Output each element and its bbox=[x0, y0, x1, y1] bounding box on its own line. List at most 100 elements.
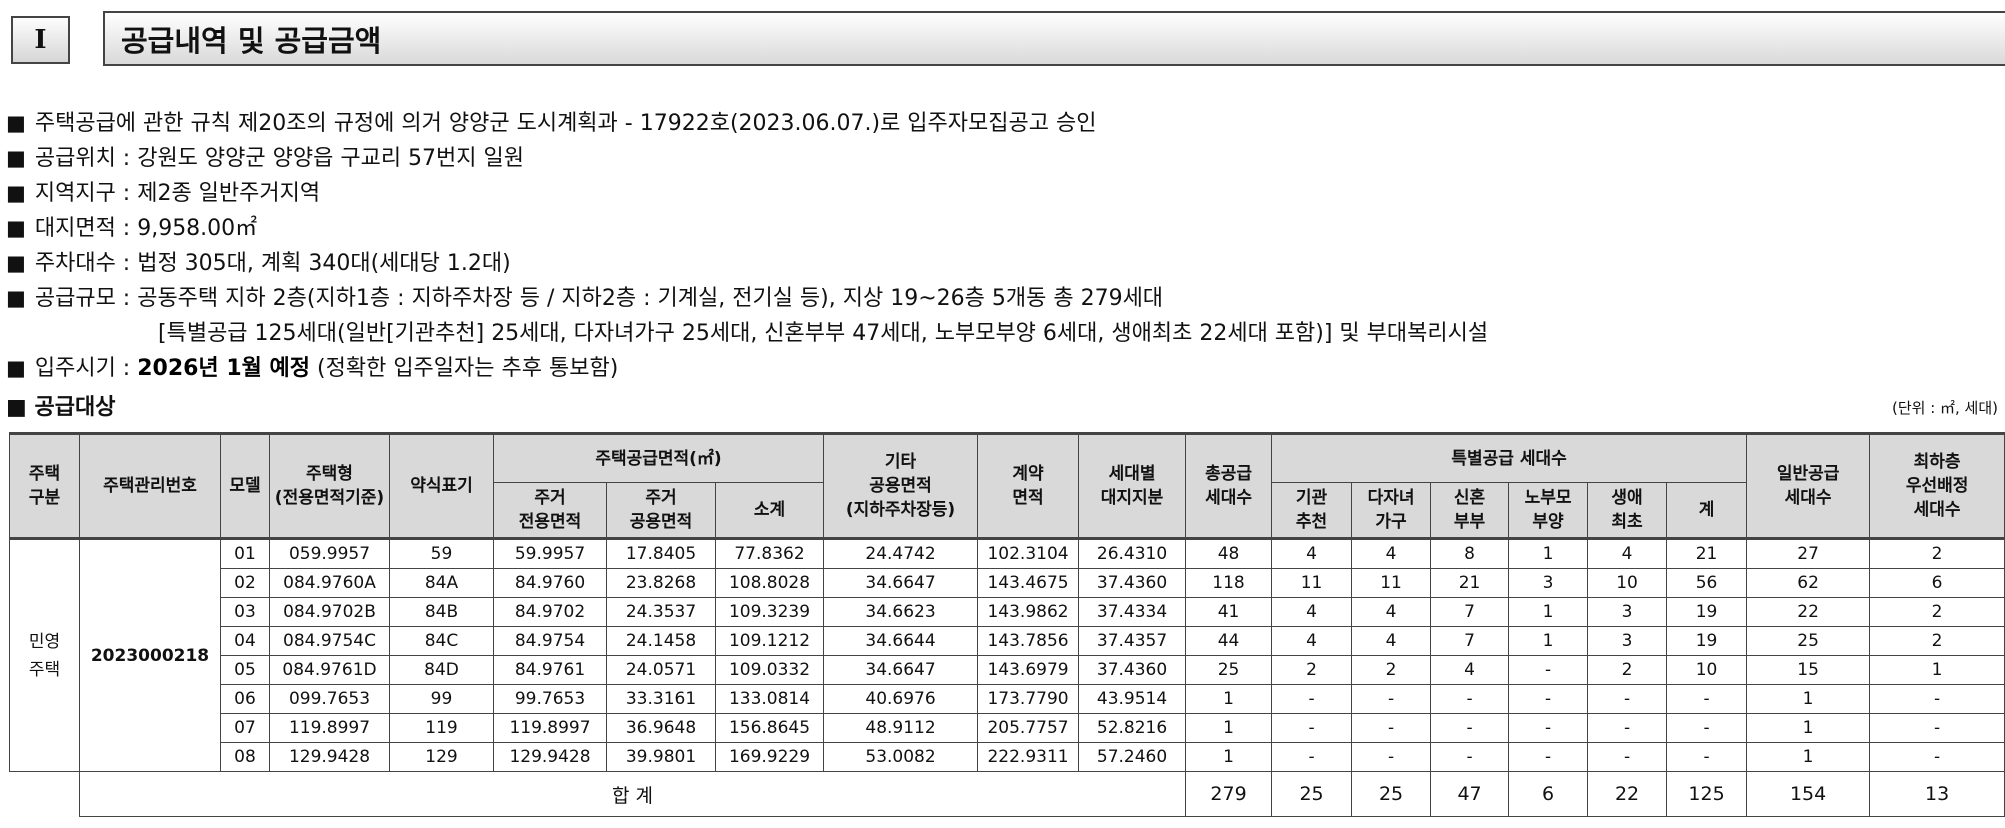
header-contract-area: 계약 면적 bbox=[977, 433, 1080, 539]
table-cell: 25 bbox=[1746, 626, 1871, 656]
table-cell: - bbox=[1508, 713, 1589, 743]
table-cell: 34.6647 bbox=[823, 568, 979, 598]
table-cell: 3 bbox=[1587, 626, 1668, 656]
table-cell: 34.6623 bbox=[823, 597, 979, 627]
header-exclusive-area: 주거 전용면적 bbox=[493, 482, 607, 539]
table-cell: 1 bbox=[1185, 713, 1273, 743]
table-cell: 03 bbox=[220, 597, 270, 627]
table-cell: 1 bbox=[1746, 742, 1871, 772]
table-cell: - bbox=[1430, 684, 1510, 714]
table-row: 07 119.8997 119 119.8997 36.9648 156.8645 48.9… bbox=[10, 713, 2005, 743]
table-cell: 99.7653 bbox=[493, 684, 607, 714]
table-cell: 23.8268 bbox=[606, 568, 716, 598]
bullet-icon: ■ bbox=[6, 181, 26, 205]
table-row: 04 084.9754C 84C 84.9754 24.1458 109.1212 34.6… bbox=[10, 626, 2005, 656]
table-cell: - bbox=[1508, 655, 1589, 685]
table-cell: 1 bbox=[1508, 597, 1589, 627]
section-title: 공급내역 및 공급금액 bbox=[103, 11, 2005, 66]
supply-target-header: ■ 공급대상 (단위 : ㎡, 세대) bbox=[6, 391, 1998, 425]
mgmt-no-cell: 2023000218 bbox=[79, 538, 221, 772]
table-cell: 52.8216 bbox=[1078, 713, 1187, 743]
bullet-icon: ■ bbox=[6, 356, 26, 380]
table-cell: 205.7757 bbox=[977, 713, 1080, 743]
info-approval: ■ 주택공급에 관한 규칙 제20조의 규정에 의거 양양군 도시계획과 - 17… bbox=[6, 111, 1097, 136]
table-cell: 24.4742 bbox=[823, 538, 979, 569]
table-cell: 4 bbox=[1430, 655, 1510, 685]
info-special-supply: [특별공급 125세대(일반[기관추천] 25세대, 다자녀가구 25세대, 신… bbox=[158, 321, 1489, 346]
table-cell: 108.8028 bbox=[714, 568, 825, 598]
header-type: 주택형 (전용면적기준) bbox=[269, 433, 390, 539]
table-cell: 24.3537 bbox=[606, 597, 716, 627]
table-cell: 62 bbox=[1746, 568, 1871, 598]
table-cell: - bbox=[1430, 713, 1510, 743]
table-cell: 173.7790 bbox=[977, 684, 1080, 714]
table-cell: 169.9229 bbox=[714, 742, 825, 772]
table-cell: 143.6979 bbox=[977, 655, 1080, 685]
table-cell: 2 bbox=[1869, 538, 2005, 569]
table-cell: - bbox=[1351, 742, 1432, 772]
table-cell: 84C bbox=[389, 626, 494, 656]
total-cell: 13 bbox=[1869, 771, 2005, 817]
table-cell: 7 bbox=[1430, 597, 1510, 627]
table-cell: 084.9761D bbox=[269, 655, 390, 685]
header-sp-multichild: 다자녀 가구 bbox=[1351, 482, 1432, 539]
table-row: 06 099.7653 99 99.7653 33.3161 133.0814 40.697… bbox=[10, 684, 2005, 714]
table-cell: 1 bbox=[1185, 742, 1273, 772]
table-cell: 4 bbox=[1587, 538, 1668, 569]
table-cell: 143.9862 bbox=[977, 597, 1080, 627]
table-cell: - bbox=[1271, 742, 1353, 772]
table-cell: 37.4357 bbox=[1078, 626, 1187, 656]
table-cell: 1 bbox=[1508, 538, 1589, 569]
table-cell: - bbox=[1666, 684, 1748, 714]
table-cell: 08 bbox=[220, 742, 270, 772]
bullet-icon: ■ bbox=[6, 111, 26, 135]
table-cell: 22 bbox=[1746, 597, 1871, 627]
header-supply-area: 주택공급면적(㎡) bbox=[492, 433, 825, 483]
table-cell: 37.4334 bbox=[1078, 597, 1187, 627]
bullet-icon: ■ bbox=[6, 251, 26, 275]
table-cell: 33.3161 bbox=[606, 684, 716, 714]
header-sp-institution: 기관 추천 bbox=[1271, 482, 1353, 539]
total-cell: 22 bbox=[1587, 771, 1668, 817]
table-cell: 084.9760A bbox=[269, 568, 390, 598]
table-cell: 099.7653 bbox=[269, 684, 390, 714]
table-cell: 4 bbox=[1271, 538, 1353, 569]
table-cell: 01 bbox=[220, 538, 270, 569]
table-cell: 102.3104 bbox=[977, 538, 1080, 569]
table-cell: 37.4360 bbox=[1078, 655, 1187, 685]
table-cell: 119.8997 bbox=[269, 713, 390, 743]
table-cell: 11 bbox=[1271, 568, 1353, 598]
info-zone: ■ 지역지구 : 제2종 일반주거지역 bbox=[6, 181, 321, 206]
table-cell: - bbox=[1508, 742, 1589, 772]
table-cell: 4 bbox=[1271, 597, 1353, 627]
table-cell: 59 bbox=[389, 538, 494, 569]
table-cell: 19 bbox=[1666, 626, 1748, 656]
table-cell: 143.7856 bbox=[977, 626, 1080, 656]
table-cell: 143.4675 bbox=[977, 568, 1080, 598]
table-cell: 3 bbox=[1508, 568, 1589, 598]
bullet-icon: ■ bbox=[6, 395, 27, 420]
table-cell: 1 bbox=[1746, 713, 1871, 743]
table-cell: - bbox=[1587, 742, 1668, 772]
table-cell: - bbox=[1271, 684, 1353, 714]
housing-kind-cell: 민영 주택 bbox=[9, 538, 80, 772]
table-cell: 27 bbox=[1746, 538, 1871, 569]
table-cell: - bbox=[1351, 713, 1432, 743]
table-cell: 25 bbox=[1185, 655, 1273, 685]
supply-info-list: ■ 주택공급에 관한 규칙 제20조의 규정에 의거 양양군 도시계획과 - 17… bbox=[6, 106, 1488, 386]
table-cell: 4 bbox=[1351, 597, 1432, 627]
table-cell: 48.9112 bbox=[823, 713, 979, 743]
table-cell: 21 bbox=[1666, 538, 1748, 569]
table-cell: 84A bbox=[389, 568, 494, 598]
table-cell: 17.8405 bbox=[606, 538, 716, 569]
table-cell: 05 bbox=[220, 655, 270, 685]
table-row: 03 084.9702B 84B 84.9702 24.3537 109.3239 34.6… bbox=[10, 597, 2005, 627]
table-cell: 2 bbox=[1587, 655, 1668, 685]
table-cell: 129.9428 bbox=[493, 742, 607, 772]
header-other-area: 기타 공용면적 (지하주차장등) bbox=[823, 433, 979, 539]
table-cell: 48 bbox=[1185, 538, 1273, 569]
table-cell: - bbox=[1666, 742, 1748, 772]
header-lowest-floor: 최하층 우선배정 세대수 bbox=[1869, 433, 2005, 539]
table-cell: 21 bbox=[1430, 568, 1510, 598]
table-cell: 84.9760 bbox=[493, 568, 607, 598]
